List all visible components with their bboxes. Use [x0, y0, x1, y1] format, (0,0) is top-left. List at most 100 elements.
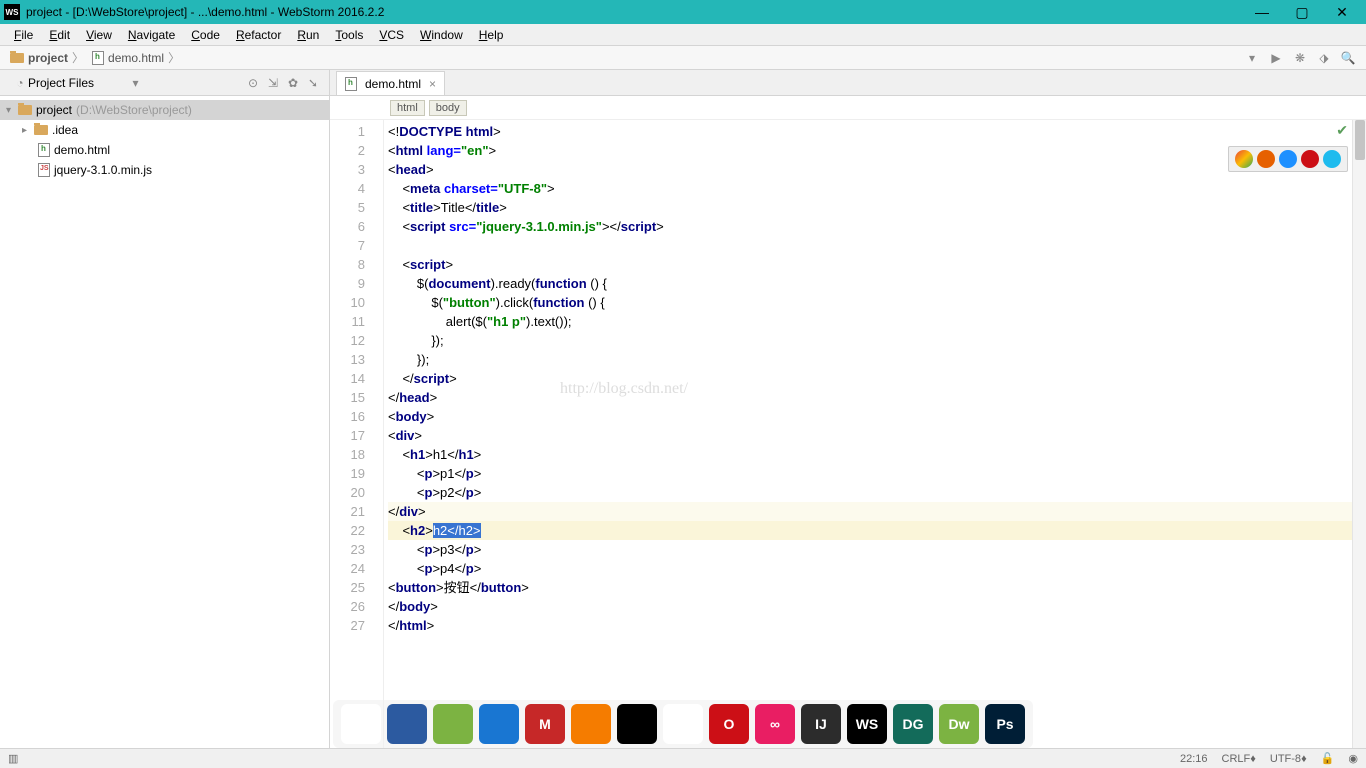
dock-webstorm[interactable]: WS — [847, 704, 887, 744]
scroll-from-source-icon[interactable]: ⊙ — [245, 75, 261, 91]
dock-datagrip[interactable]: DG — [893, 704, 933, 744]
maximize-button[interactable]: ▢ — [1282, 0, 1322, 24]
js-file-icon — [38, 163, 50, 177]
tree-item-label: .idea — [52, 123, 78, 137]
chevron-icon: 〉 — [168, 49, 180, 66]
menu-run[interactable]: Run — [289, 26, 327, 44]
open-in-opera-icon[interactable] — [1301, 150, 1319, 168]
breadcrumb-tag-html[interactable]: html — [390, 100, 425, 116]
dock-opera[interactable]: O — [709, 704, 749, 744]
menu-navigate[interactable]: Navigate — [120, 26, 183, 44]
dropdown-icon[interactable]: ▾ — [132, 76, 138, 90]
menu-window[interactable]: Window — [412, 26, 471, 44]
code-content[interactable]: <!DOCTYPE html><html lang="en"><head> <m… — [384, 120, 1366, 748]
open-in-ie-icon[interactable] — [1323, 150, 1341, 168]
run-button[interactable]: ▶ — [1266, 48, 1286, 68]
html-file-icon — [38, 143, 50, 157]
project-header: ◔ Project Files ▾ ⊙ ⇲ ✿ ➘ — [0, 70, 329, 96]
tab-close-icon[interactable]: × — [429, 77, 436, 91]
folder-icon — [10, 53, 24, 63]
html-file-icon — [345, 77, 357, 91]
collapse-all-icon[interactable]: ⇲ — [265, 75, 281, 91]
close-button[interactable]: ✕ — [1322, 0, 1362, 24]
config-dropdown[interactable]: ▾ — [1242, 48, 1262, 68]
project-view-icon: ◔ — [12, 75, 28, 91]
status-encoding[interactable]: UTF-8♦ — [1270, 753, 1307, 765]
status-position[interactable]: 22:16 — [1180, 753, 1208, 765]
html-file-icon — [92, 51, 104, 65]
dock-app5[interactable]: M — [525, 704, 565, 744]
menu-help[interactable]: Help — [471, 26, 512, 44]
status-lock-icon[interactable]: 🔓 — [1321, 752, 1335, 765]
project-header-title[interactable]: Project Files — [28, 76, 130, 90]
dock-qq[interactable] — [617, 704, 657, 744]
vertical-scrollbar[interactable] — [1352, 120, 1366, 748]
tree-root-label: project — [36, 103, 72, 117]
dock-app9[interactable]: ∞ — [755, 704, 795, 744]
coverage-button[interactable]: ⬗ — [1314, 48, 1334, 68]
status-line-separator[interactable]: CRLF♦ — [1222, 753, 1256, 765]
menu-edit[interactable]: Edit — [41, 26, 78, 44]
breadcrumb-file-label: demo.html — [108, 51, 164, 65]
menu-tools[interactable]: Tools — [327, 26, 371, 44]
folder-icon — [34, 125, 48, 135]
hide-icon[interactable]: ➘ — [305, 75, 321, 91]
status-bar: ▥ 22:16 CRLF♦ UTF-8♦ 🔓 ◉ — [0, 748, 1366, 768]
open-in-safari-icon[interactable] — [1279, 150, 1297, 168]
debug-button[interactable]: ❋ — [1290, 48, 1310, 68]
breadcrumb-file[interactable]: demo.html 〉 — [88, 47, 184, 68]
code-editor[interactable]: 1234567891011121314151617181920212223242… — [330, 120, 1366, 748]
tree-item-label: jquery-3.1.0.min.js — [54, 163, 152, 177]
breadcrumb-project-label: project — [28, 51, 68, 65]
menu-refactor[interactable]: Refactor — [228, 26, 289, 44]
line-gutter: 1234567891011121314151617181920212223242… — [330, 120, 384, 748]
browser-preview-panel — [1228, 146, 1348, 172]
menu-view[interactable]: View — [78, 26, 120, 44]
tree-file-jquery[interactable]: jquery-3.1.0.min.js — [0, 160, 329, 180]
navigation-bar: project 〉 demo.html 〉 ▾ ▶ ❋ ⬗ 🔍 — [0, 46, 1366, 70]
menu-bar: FileEditViewNavigateCodeRefactorRunTools… — [0, 24, 1366, 46]
editor-tabs: demo.html × — [330, 70, 1366, 96]
open-in-firefox-icon[interactable] — [1257, 150, 1275, 168]
dock-photoshop[interactable]: Ps — [985, 704, 1025, 744]
dock-app2[interactable] — [387, 704, 427, 744]
open-in-chrome-icon[interactable] — [1235, 150, 1253, 168]
dock-chrome[interactable] — [663, 704, 703, 744]
project-tool-window: ◔ Project Files ▾ ⊙ ⇲ ✿ ➘ ▾ project (D:\… — [0, 70, 330, 748]
project-tree[interactable]: ▾ project (D:\WebStore\project) ▸ .idea … — [0, 96, 329, 184]
tree-item-label: demo.html — [54, 143, 110, 157]
breadcrumb-tag-body[interactable]: body — [429, 100, 467, 116]
expand-arrow-icon[interactable]: ▾ — [6, 105, 18, 116]
status-hector-icon[interactable]: ◉ — [1348, 752, 1358, 765]
dock-app4[interactable] — [479, 704, 519, 744]
chevron-icon: 〉 — [72, 49, 84, 66]
taskbar-dock: M O∞IJWSDGDwPs — [333, 700, 1033, 748]
editor-tab-demo[interactable]: demo.html × — [336, 71, 445, 95]
tab-label: demo.html — [365, 77, 421, 91]
editor-breadcrumbs: html body — [330, 96, 1366, 120]
search-button[interactable]: 🔍 — [1338, 48, 1358, 68]
expand-arrow-icon[interactable]: ▸ — [22, 125, 34, 136]
menu-code[interactable]: Code — [183, 26, 228, 44]
breadcrumb-project[interactable]: project 〉 — [6, 47, 88, 68]
dock-intellij[interactable]: IJ — [801, 704, 841, 744]
settings-icon[interactable]: ✿ — [285, 75, 301, 91]
minimize-button[interactable]: — — [1242, 0, 1282, 24]
tree-root-path: (D:\WebStore\project) — [76, 103, 192, 117]
dock-app1[interactable] — [341, 704, 381, 744]
tree-folder-idea[interactable]: ▸ .idea — [0, 120, 329, 140]
dock-app3[interactable] — [433, 704, 473, 744]
app-icon: WS — [4, 4, 20, 20]
folder-icon — [18, 105, 32, 115]
menu-vcs[interactable]: VCS — [371, 26, 412, 44]
window-title: project - [D:\WebStore\project] - ...\de… — [26, 5, 1242, 19]
scrollbar-thumb[interactable] — [1355, 120, 1365, 160]
dock-app6[interactable] — [571, 704, 611, 744]
dock-dreamweaver[interactable]: Dw — [939, 704, 979, 744]
window-titlebar: WS project - [D:\WebStore\project] - ...… — [0, 0, 1366, 24]
status-icon[interactable]: ▥ — [8, 752, 18, 765]
menu-file[interactable]: File — [6, 26, 41, 44]
tree-file-demo[interactable]: demo.html — [0, 140, 329, 160]
inspection-ok-icon: ✔ — [1336, 122, 1348, 139]
tree-root[interactable]: ▾ project (D:\WebStore\project) — [0, 100, 329, 120]
